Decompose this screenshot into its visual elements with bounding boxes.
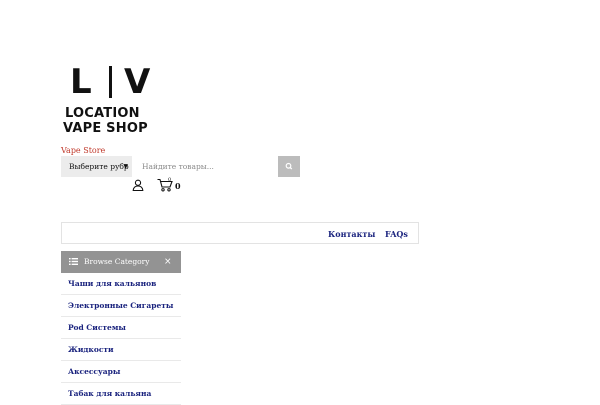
category-item-e-cigarettes[interactable]: Электронные Сигареты — [61, 295, 181, 317]
logo-divider — [109, 66, 112, 98]
search-bar: Выберите рубр ▼ — [61, 156, 300, 177]
logo-mark: L V — [66, 64, 160, 100]
list-icon — [69, 258, 78, 265]
category-select[interactable]: Выберите рубр ▼ — [61, 156, 132, 177]
site-tagline: Vape Store — [61, 146, 106, 155]
site-logo[interactable]: L V LOCATION VAPE SHOP — [62, 64, 164, 136]
browse-category-label: Browse Category — [84, 257, 150, 266]
search-input[interactable] — [132, 156, 278, 177]
category-select-label: Выберите рубр — [69, 162, 129, 171]
category-item-accessories[interactable]: Аксессуары — [61, 361, 181, 383]
browse-category-toggle[interactable]: Browse Category × — [61, 251, 181, 273]
search-icon — [285, 162, 293, 170]
category-item-liquids[interactable]: Жидкости — [61, 339, 181, 361]
logo-text-line2: VAPE SHOP — [63, 121, 148, 136]
category-item-pod-systems[interactable]: Pod Системы — [61, 317, 181, 339]
user-icon[interactable] — [132, 179, 144, 191]
cart-count[interactable]: 0 — [175, 181, 181, 191]
category-list: Чаши для кальянов Электронные Сигареты P… — [61, 273, 181, 405]
logo-letter-l: L — [70, 62, 92, 102]
logo-letter-v: V — [124, 62, 151, 102]
close-icon[interactable]: × — [164, 251, 172, 273]
nav-link-faqs[interactable]: FAQs — [385, 223, 408, 245]
cart-badge: 0 — [168, 177, 172, 183]
search-button[interactable] — [278, 156, 300, 177]
logo-text-line1: LOCATION — [65, 106, 140, 121]
main-navigation: Контакты FAQs — [61, 222, 419, 244]
chevron-down-icon: ▼ — [123, 163, 128, 170]
nav-link-contacts[interactable]: Контакты — [328, 223, 375, 245]
category-item-hookah-tobacco[interactable]: Табак для кальяна — [61, 383, 181, 405]
category-item-hookah-bowls[interactable]: Чаши для кальянов — [61, 273, 181, 295]
